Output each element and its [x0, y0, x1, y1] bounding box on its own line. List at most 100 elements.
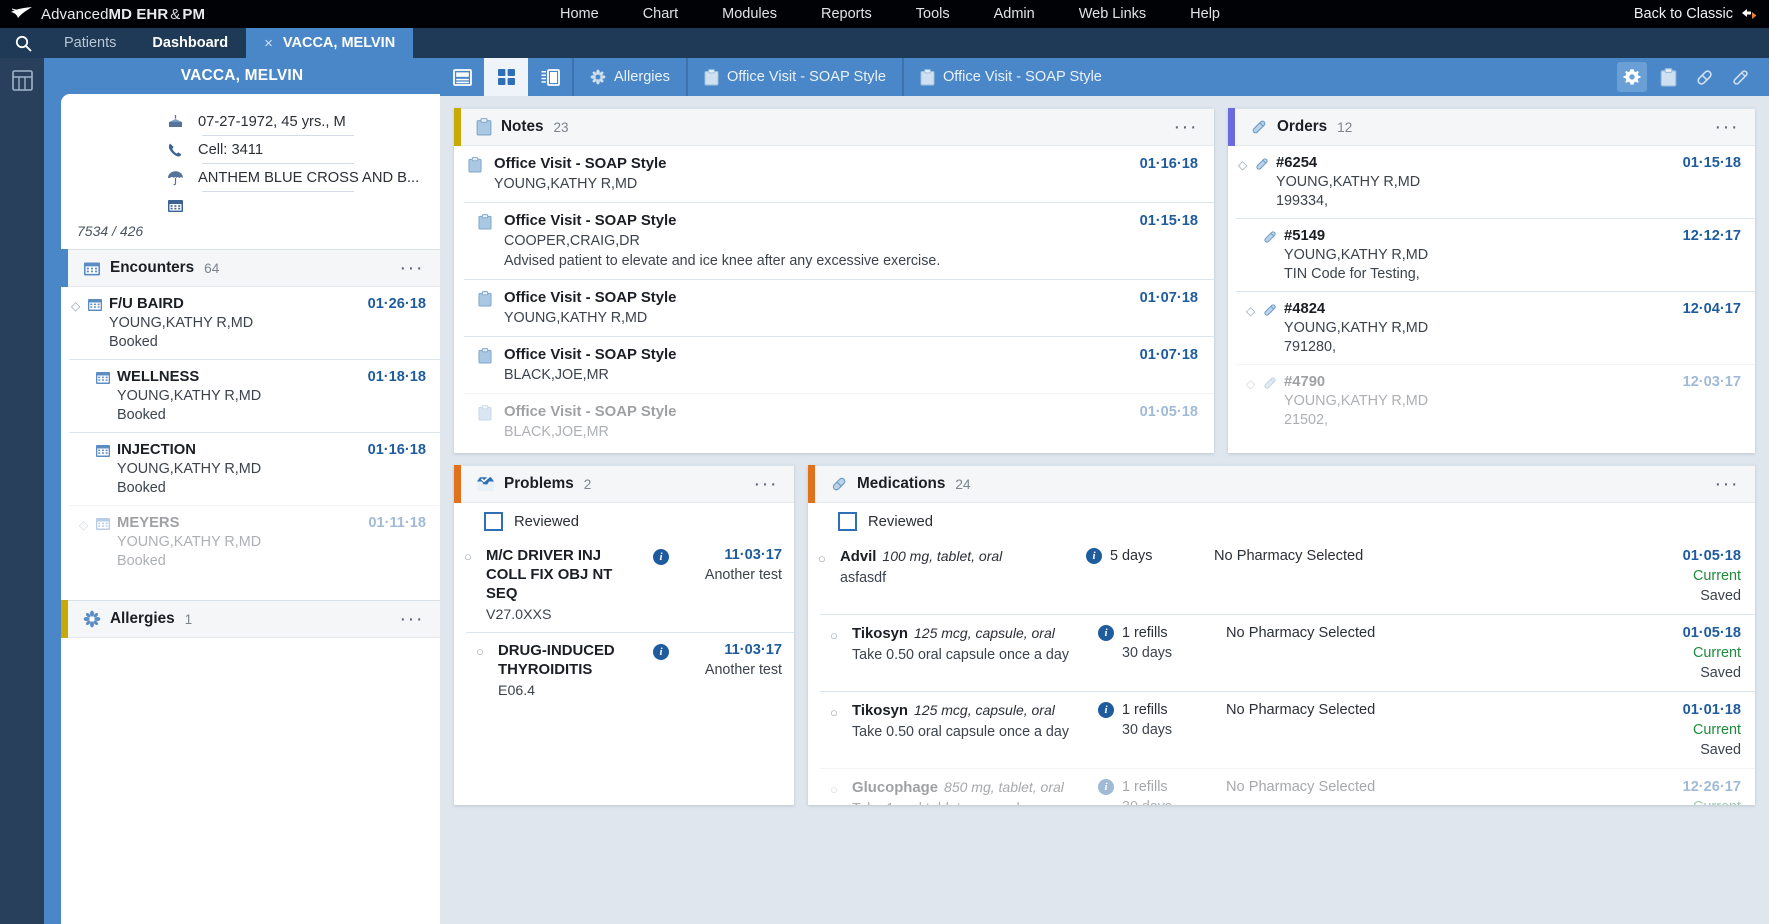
encounter-status: Booked	[109, 334, 368, 350]
single-pane-view-button[interactable]	[440, 58, 484, 96]
info-icon[interactable]: i	[1098, 625, 1114, 641]
settings-button[interactable]	[1617, 62, 1647, 92]
clipboard-icon	[468, 156, 494, 192]
note-title: Office Visit - SOAP Style	[504, 213, 1140, 229]
expand-icon[interactable]: ◇	[1238, 155, 1254, 209]
calendar-icon	[95, 442, 117, 496]
labs-button[interactable]	[1725, 62, 1755, 92]
list-item[interactable]: ◇ #4790 YOUNG,KATHY R,MD 21502, 12·03·17	[1236, 364, 1755, 437]
encounter-name: F/U BAIRD	[109, 296, 368, 312]
nav-item-modules[interactable]: Modules	[722, 6, 777, 22]
brand-suffix: PM	[182, 6, 205, 23]
notes-menu-button[interactable]: ···	[1174, 122, 1198, 132]
table-row[interactable]: ○ Tikosyn125 mcg, capsule, oral Take 0.5…	[820, 614, 1755, 691]
nav-item-home[interactable]: Home	[560, 6, 599, 22]
expand-icon[interactable]: ◇	[79, 515, 95, 569]
table-row[interactable]: ○ DRUG-INDUCED THYROIDITIS E06.4 i 11·03…	[466, 632, 794, 708]
medication-duration: 30 days	[1098, 645, 1226, 661]
encounter-date: 01·16·18	[368, 442, 426, 496]
problems-header: Problems 2 ···	[454, 465, 794, 503]
tab-patients[interactable]: Patients	[46, 28, 134, 58]
list-item[interactable]: INJECTION YOUNG,KATHY R,MD Booked 01·16·…	[69, 432, 440, 505]
note-date: 01·16·18	[1140, 156, 1198, 192]
tab-dashboard[interactable]: Dashboard	[134, 28, 246, 58]
bullet-icon: ○	[818, 548, 840, 604]
table-row[interactable]: ○ Glucophage850 mg, tablet, oral Take 1 …	[820, 768, 1755, 805]
patient-name-header: VACCA, MELVIN	[44, 58, 440, 94]
list-item[interactable]: Office Visit - SOAP Style BLACK,JOE,MR 0…	[464, 336, 1214, 393]
calendar-icon	[87, 296, 109, 350]
medications-reviewed-checkbox[interactable]	[838, 512, 857, 531]
advancedmd-logo-icon	[10, 5, 34, 23]
list-item[interactable]: ◇ F/U BAIRD YOUNG,KATHY R,MD Booked 01·2…	[61, 287, 440, 359]
medications-card: Medications 24 ··· Reviewed ○	[808, 465, 1755, 805]
nav-item-help[interactable]: Help	[1190, 6, 1220, 22]
medication-refills: 1 refills	[1122, 702, 1168, 718]
medication-name: Tikosyn	[852, 626, 908, 642]
swap-arrows-icon	[1741, 8, 1757, 21]
patient-dob-row[interactable]: 07-27-1972, 45 yrs., M	[166, 108, 440, 135]
patient-insurance-row[interactable]: ANTHEM BLUE CROSS AND B...	[166, 164, 440, 191]
order-date: 12·12·17	[1683, 228, 1741, 282]
expand-icon[interactable]: ◇	[1246, 301, 1262, 355]
tab-patient-vacca-melvin[interactable]: × VACCA, MELVIN	[246, 28, 413, 58]
problems-reviewed-row[interactable]: Reviewed	[454, 503, 794, 538]
patient-calendar-row[interactable]	[166, 192, 440, 219]
calendar-icon	[166, 198, 184, 213]
search-button[interactable]	[0, 28, 46, 58]
list-item[interactable]: ◇ #4824 YOUNG,KATHY R,MD 791280, 12·04·1…	[1236, 291, 1755, 364]
medications-menu-button[interactable]: ···	[1715, 479, 1739, 489]
problem-info-button[interactable]: i	[644, 547, 678, 623]
rail-menu-button[interactable]	[0, 70, 44, 91]
bullet-icon: ○	[476, 642, 498, 699]
table-row[interactable]: ○ Tikosyn125 mcg, capsule, oral Take 0.5…	[820, 691, 1755, 768]
list-item[interactable]: Office Visit - SOAP Style COOPER,CRAIG,D…	[464, 202, 1214, 279]
medications-reviewed-row[interactable]: Reviewed	[808, 503, 1755, 538]
list-item[interactable]: Office Visit - SOAP Style YOUNG,KATHY R,…	[464, 279, 1214, 336]
list-item[interactable]: Office Visit - SOAP Style BLACK,JOE,MR 0…	[464, 393, 1214, 450]
medication-duration: 30 days	[1098, 722, 1226, 738]
info-icon[interactable]: i	[1086, 548, 1102, 564]
orders-menu-button[interactable]: ···	[1715, 122, 1739, 132]
problems-menu-button[interactable]: ···	[754, 479, 778, 489]
tab-office-visit-soap-1[interactable]: Office Visit - SOAP Style	[686, 58, 902, 96]
nav-item-admin[interactable]: Admin	[994, 6, 1035, 22]
patient-dob-text: 07-27-1972, 45 yrs., M	[198, 114, 346, 130]
problem-info-button[interactable]: i	[644, 642, 678, 699]
info-icon[interactable]: i	[1098, 702, 1114, 718]
nav-item-reports[interactable]: Reports	[821, 6, 872, 22]
table-row[interactable]: ○ Advil100 mg, tablet, oral asfasdf i	[808, 538, 1755, 614]
problem-check-icon	[476, 476, 495, 493]
info-icon: i	[653, 644, 669, 660]
medications-button[interactable]	[1689, 62, 1719, 92]
problems-reviewed-checkbox[interactable]	[484, 512, 503, 531]
tab-allergies[interactable]: Allergies	[572, 58, 686, 96]
tab-office-visit-soap-2[interactable]: Office Visit - SOAP Style	[902, 58, 1118, 96]
list-item[interactable]: ◇ #6254 YOUNG,KATHY R,MD 199334, 01·15·1…	[1228, 146, 1755, 218]
list-item[interactable]: WELLNESS YOUNG,KATHY R,MD Booked 01·18·1…	[69, 359, 440, 432]
order-code: 199334,	[1276, 193, 1683, 209]
encounters-menu-button[interactable]: ···	[400, 263, 424, 273]
allergies-menu-button[interactable]: ···	[400, 614, 424, 624]
close-icon[interactable]: ×	[264, 35, 273, 52]
left-rail	[0, 58, 44, 924]
patient-phone-row[interactable]: Cell: 3411	[166, 136, 440, 163]
expand-icon[interactable]: ◇	[71, 296, 87, 350]
list-item[interactable]: #5149 YOUNG,KATHY R,MD TIN Code for Test…	[1236, 218, 1755, 291]
note-provider: YOUNG,KATHY R,MD	[504, 310, 1140, 326]
back-to-classic-button[interactable]: Back to Classic	[1634, 0, 1757, 28]
nav-item-web-links[interactable]: Web Links	[1079, 6, 1146, 22]
nav-item-chart[interactable]: Chart	[643, 6, 678, 22]
split-pane-view-button[interactable]	[528, 58, 572, 96]
expand-icon[interactable]: ◇	[1246, 374, 1262, 428]
grid-view-button[interactable]	[484, 58, 528, 96]
list-item[interactable]: Office Visit - SOAP Style YOUNG,KATHY R,…	[454, 146, 1214, 202]
single-pane-view-icon	[453, 69, 472, 86]
info-icon[interactable]: i	[1098, 779, 1114, 795]
list-item[interactable]: ◇ MEYERS YOUNG,KATHY R,MD Booked 01·11·1…	[69, 505, 440, 578]
nav-item-tools[interactable]: Tools	[916, 6, 950, 22]
notes-button[interactable]	[1653, 62, 1683, 92]
main-nav: Home Chart Modules Reports Tools Admin W…	[560, 0, 1220, 28]
table-row[interactable]: ○ M/C DRIVER INJ COLL FIX OBJ NT SEQ V27…	[454, 538, 794, 632]
orders-count: 12	[1337, 120, 1352, 135]
